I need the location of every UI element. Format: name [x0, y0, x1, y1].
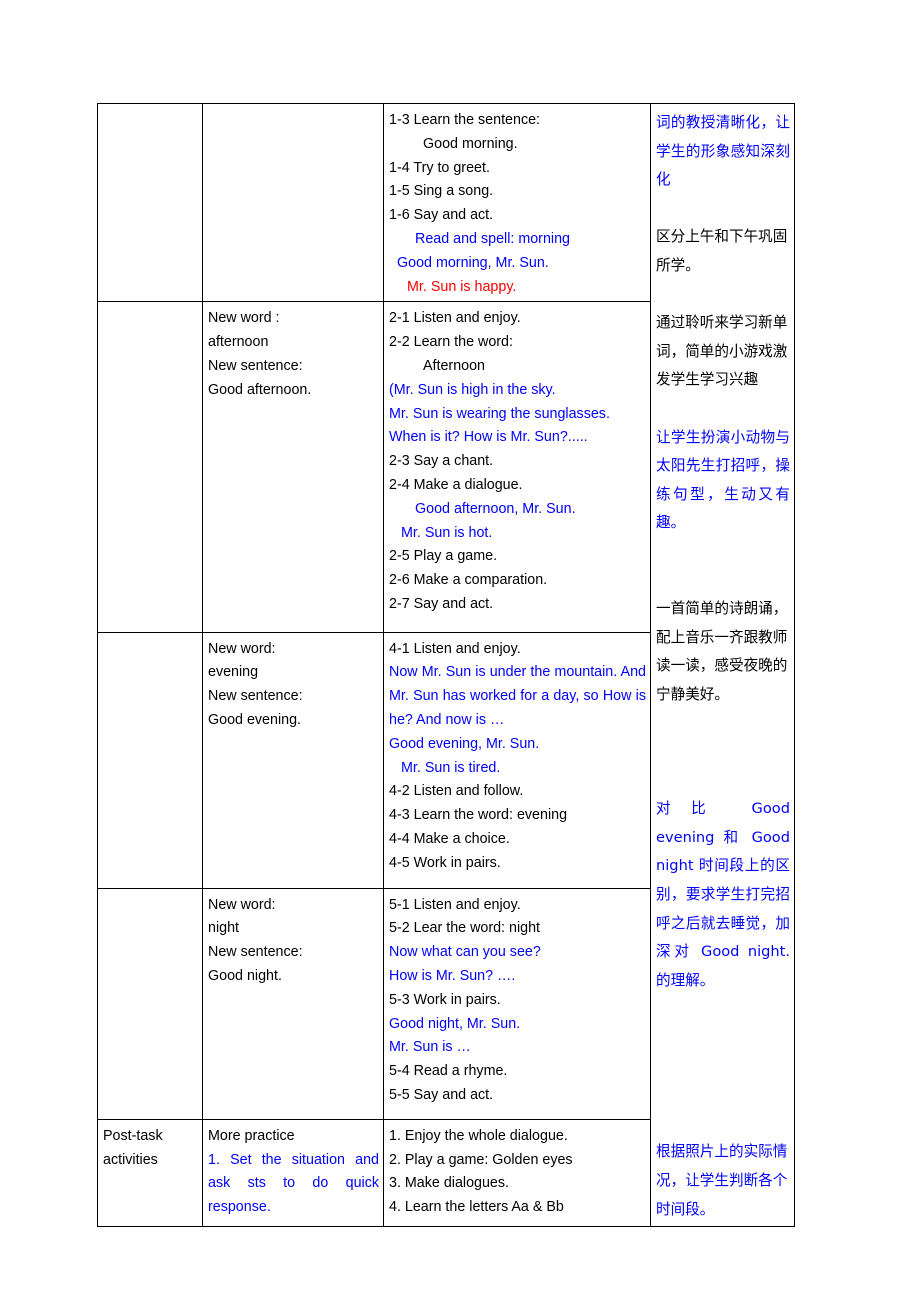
procedure-line: 2-2 Learn the word: — [389, 334, 513, 351]
new-language-line: New sentence: — [208, 357, 303, 374]
procedure-line: Mr. Sun is … — [389, 1039, 471, 1056]
notes-block: 根据照片上的实际情况，让学生判断各个时间段。 — [656, 1143, 788, 1218]
procedure-line: 2-3 Say a chant. — [389, 453, 494, 470]
document-page: 1-3 Learn the sentence: Good morning. 1-4 … — [0, 0, 920, 1302]
procedure-cell: 1. Enjoy the whole dialogue. 2. Play a ga… — [383, 1118, 651, 1228]
stage-cell: Post-task activities — [97, 1118, 203, 1228]
procedure-line: 4-2 Listen and follow. — [389, 783, 524, 800]
procedure-line: 2. Play a game: Golden eyes — [389, 1151, 573, 1168]
procedure-line: 4. Learn the letters Aa & Bb — [389, 1199, 564, 1216]
notes-spacer — [656, 1110, 790, 1139]
notes-spacer — [656, 567, 790, 596]
new-language-line: New word: — [208, 896, 276, 913]
notes-spacer — [656, 281, 790, 310]
procedure-line: How is Mr. Sun? …. — [389, 967, 516, 984]
procedure-line: Mr. Sun is happy. — [407, 278, 517, 295]
procedure-line: Now what can you see? — [389, 944, 541, 961]
new-language-cell: New word: evening New sentence: Good evenin… — [202, 631, 384, 889]
procedure-line: When is it? How is Mr. Sun?..... — [389, 429, 588, 446]
procedure-line: 2-5 Play a game. — [389, 548, 498, 565]
procedure-line: 4-3 Learn the word: evening — [389, 807, 568, 824]
notes-spacer — [656, 1053, 790, 1082]
new-language-cell: New word : afternoon New sentence: Good aft… — [202, 301, 384, 633]
new-language-line: New sentence: — [208, 944, 303, 961]
notes-spacer — [656, 995, 790, 1024]
procedure-line: 2-4 Make a dialogue. — [389, 476, 523, 493]
notes-spacer — [656, 538, 790, 567]
procedure-line: Good afternoon, Mr. Sun. — [415, 500, 576, 517]
procedure-cell: 4-1 Listen and enjoy. Now Mr. Sun is unde… — [383, 631, 651, 889]
new-language-line: Good afternoon. — [208, 381, 312, 398]
notes-spacer — [656, 1081, 790, 1110]
lesson-plan-table: 1-3 Learn the sentence: Good morning. 1-4 … — [97, 102, 795, 1228]
procedure-line: 2-1 Listen and enjoy. — [389, 310, 521, 327]
new-language-line: Good evening. — [208, 712, 301, 728]
notes-spacer — [656, 767, 790, 796]
procedure-line: 1. Enjoy the whole dialogue. — [389, 1127, 568, 1144]
new-language-cell — [202, 102, 384, 303]
procedure-line: Good evening, Mr. Sun. — [389, 735, 540, 752]
notes-spacer — [656, 709, 790, 738]
procedure-line: 1-4 Try to greet. — [389, 159, 490, 176]
new-language-line: New word: — [208, 640, 276, 657]
procedure-line: Good night, Mr. Sun. — [389, 1015, 521, 1032]
new-language-line: 1. Set the situation and ask sts to do q… — [208, 1151, 383, 1216]
stage-cell — [97, 301, 203, 633]
procedure-cell: 5-1 Listen and enjoy. 5-2 Lear the word: … — [383, 887, 651, 1120]
notes-block: 区分上午和下午巩固所学。 — [656, 228, 788, 274]
notes-block: 一首简单的诗朗诵，配上音乐一齐跟教师读一读，感受夜晚的宁静美好。 — [656, 600, 788, 703]
new-language-cell: More practice 1. Set the situation and as… — [202, 1118, 384, 1228]
procedure-line: Afternoon — [423, 357, 485, 374]
table-row: 1-3 Learn the sentence: Good morning. 1-4 … — [97, 102, 795, 1228]
new-language-line: evening — [208, 664, 259, 681]
new-language-line: night — [208, 920, 240, 937]
procedure-line: 4-1 Listen and enjoy. — [389, 640, 521, 657]
notes-spacer — [656, 738, 790, 767]
procedure-line: 5-4 Read a rhyme. — [389, 1063, 508, 1080]
notes-block: 通过聆听来学习新单词，简单的小游戏激发学生学习兴趣 — [656, 314, 788, 389]
stage-cell — [97, 631, 203, 889]
notes-spacer — [656, 395, 790, 424]
procedure-line: 1-5 Sing a song. — [389, 183, 494, 200]
procedure-line: Good morning, Mr. Sun. — [397, 254, 549, 271]
procedure-line: Good morning. — [423, 135, 518, 152]
stage-cell — [97, 102, 203, 303]
new-language-cell: New word: night New sentence: Good night. — [202, 887, 384, 1120]
procedure-line: Read and spell: morning — [415, 230, 570, 247]
procedure-line: Mr. Sun is hot. — [401, 524, 493, 541]
procedure-line: Now Mr. Sun is under the mountain. And M… — [389, 664, 650, 728]
procedure-line: Mr. Sun is tired. — [401, 759, 501, 776]
notes-spacer — [656, 1024, 790, 1053]
procedure-line: 1-6 Say and act. — [389, 207, 494, 224]
procedure-line: 4-5 Work in pairs. — [389, 854, 501, 871]
new-language-line: New sentence: — [208, 688, 303, 705]
procedure-line: 1-3 Learn the sentence: — [389, 112, 541, 128]
notes-cell: 词的教授清晰化，让学生的形象感知深刻化 区分上午和下午巩固所学。 通过聆听来学习… — [650, 102, 795, 1228]
procedure-line: Mr. Sun is wearing the sunglasses. — [389, 405, 610, 422]
stage-cell — [97, 887, 203, 1120]
stage-line: activities — [103, 1151, 158, 1168]
procedure-line: 4-4 Make a choice. — [389, 830, 510, 847]
procedure-line: 5-2 Lear the word: night — [389, 920, 541, 937]
stage-line: Post-task — [103, 1127, 163, 1144]
procedure-line: 2-7 Say and act. — [389, 595, 494, 612]
new-language-line: New word : — [208, 310, 280, 327]
procedure-line: 5-1 Listen and enjoy. — [389, 896, 521, 913]
procedure-line: 3. Make dialogues. — [389, 1175, 510, 1192]
new-language-line: afternoon — [208, 334, 269, 351]
procedure-line: 5-3 Work in pairs. — [389, 991, 501, 1008]
procedure-line: 5-5 Say and act. — [389, 1086, 494, 1103]
notes-block: 让学生扮演小动物与太阳先生打招呼，操练句型，生动又有趣。 — [656, 428, 790, 532]
notes-block: 对比 Good evening 和 Good night 时间段上的区别，要求学… — [656, 800, 795, 989]
notes-spacer — [656, 195, 790, 224]
procedure-line: (Mr. Sun is high in the sky. — [389, 381, 556, 398]
procedure-cell: 2-1 Listen and enjoy. 2-2 Learn the word:… — [383, 301, 651, 633]
new-language-line: Good night. — [208, 967, 282, 984]
new-language-line: More practice — [208, 1127, 295, 1144]
procedure-line: 2-6 Make a comparation. — [389, 572, 548, 589]
notes-block: 词的教授清晰化，让学生的形象感知深刻化 — [656, 114, 790, 189]
procedure-cell: 1-3 Learn the sentence: Good morning. 1-4 … — [383, 102, 651, 303]
